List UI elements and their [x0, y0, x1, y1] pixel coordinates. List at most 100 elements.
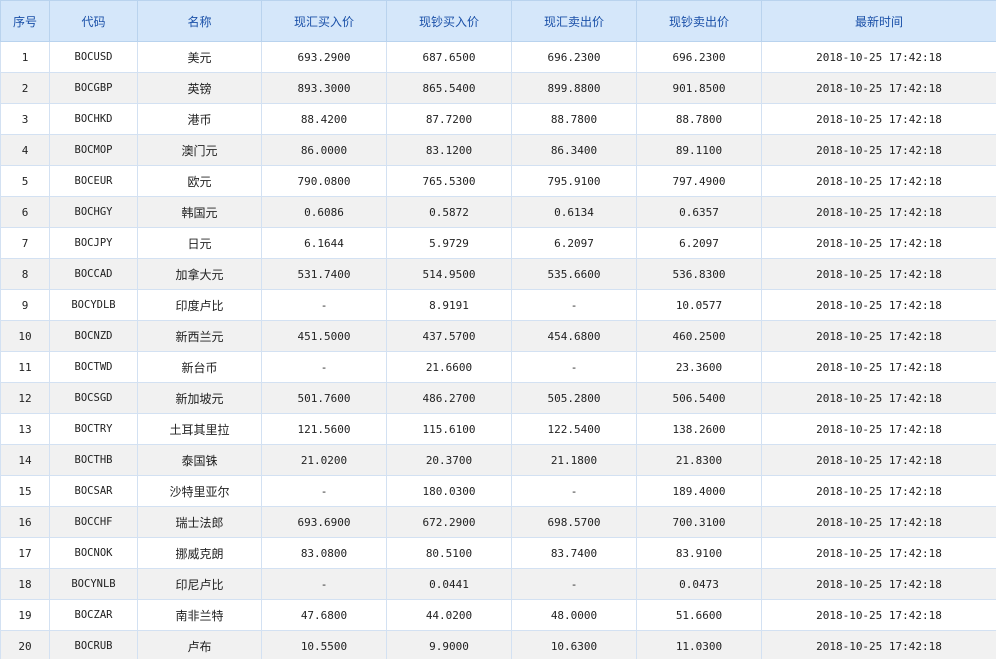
cell-code[interactable]: BOCZAR — [49, 599, 138, 631]
cell-currency-name[interactable]: 加拿大元 — [137, 258, 262, 290]
cell-seq: 7 — [0, 227, 50, 259]
cell-currency-name[interactable]: 港币 — [137, 103, 262, 135]
cell-cash-sell: 189.4000 — [636, 475, 762, 507]
cell-code[interactable]: BOCNOK — [49, 537, 138, 569]
cell-currency-name[interactable]: 沙特里亚尔 — [137, 475, 262, 507]
column-header-code[interactable]: 代码 — [49, 0, 138, 42]
cell-spot-buy: - — [261, 475, 387, 507]
cell-code[interactable]: BOCRUB — [49, 630, 138, 659]
cell-code[interactable]: BOCHGY — [49, 196, 138, 228]
cell-spot-buy: - — [261, 568, 387, 600]
cell-currency-name[interactable]: 土耳其里拉 — [137, 413, 262, 445]
cell-cash-sell: 901.8500 — [636, 72, 762, 104]
cell-code[interactable]: BOCYNLB — [49, 568, 138, 600]
cell-latest-time: 2018-10-25 17:42:18 — [761, 475, 996, 507]
column-header-latest-time[interactable]: 最新时间 — [761, 0, 996, 42]
cell-code[interactable]: BOCCHF — [49, 506, 138, 538]
cell-spot-buy: 21.0200 — [261, 444, 387, 476]
cell-spot-buy: 47.6800 — [261, 599, 387, 631]
cell-code[interactable]: BOCTWD — [49, 351, 138, 383]
cell-currency-name[interactable]: 美元 — [137, 41, 262, 73]
table-row[interactable]: 8 BOCCAD 加拿大元 531.7400 514.9500 535.6600 536.8… — [0, 258, 996, 290]
cell-cash-sell: 11.0300 — [636, 630, 762, 659]
table-row[interactable]: 10 BOCNZD 新西兰元 451.5000 437.5700 454.6800 460.… — [0, 320, 996, 352]
cell-code[interactable]: BOCNZD — [49, 320, 138, 352]
cell-currency-name[interactable]: 印尼卢比 — [137, 568, 262, 600]
table-row[interactable]: 2 BOCGBP 英镑 893.3000 865.5400 899.8800 901.850… — [0, 72, 996, 104]
table-row[interactable]: 5 BOCEUR 欧元 790.0800 765.5300 795.9100 797.490… — [0, 165, 996, 197]
cell-cash-buy: 44.0200 — [386, 599, 512, 631]
cell-code[interactable]: BOCUSD — [49, 41, 138, 73]
column-header-name[interactable]: 名称 — [137, 0, 262, 42]
table-row[interactable]: 12 BOCSGD 新加坡元 501.7600 486.2700 505.2800 506.… — [0, 382, 996, 414]
cell-latest-time: 2018-10-25 17:42:18 — [761, 72, 996, 104]
cell-currency-name[interactable]: 澳门元 — [137, 134, 262, 166]
table-row[interactable]: 17 BOCNOK 挪威克朗 83.0800 80.5100 83.7400 83.9100… — [0, 537, 996, 569]
cell-currency-name[interactable]: 新西兰元 — [137, 320, 262, 352]
cell-latest-time: 2018-10-25 17:42:18 — [761, 444, 996, 476]
table-row[interactable]: 9 BOCYDLB 印度卢比 -8.9191-10.0577 2018-10-25 17… — [0, 289, 996, 321]
cell-spot-buy: 10.5500 — [261, 630, 387, 659]
cell-cash-sell: 21.8300 — [636, 444, 762, 476]
cell-code[interactable]: BOCMOP — [49, 134, 138, 166]
cell-code[interactable]: BOCGBP — [49, 72, 138, 104]
table-row[interactable]: 7 BOCJPY 日元 6.1644 5.9729 6.2097 6.2097 2018-10… — [0, 227, 996, 259]
cell-spot-sell: 86.3400 — [511, 134, 637, 166]
cell-currency-name[interactable]: 欧元 — [137, 165, 262, 197]
cell-code[interactable]: BOCEUR — [49, 165, 138, 197]
cell-seq: 16 — [0, 506, 50, 538]
cell-code[interactable]: BOCTHB — [49, 444, 138, 476]
cell-currency-name[interactable]: 日元 — [137, 227, 262, 259]
table-row[interactable]: 11 BOCTWD 新台币 -21.6600-23.3600 2018-10-25 17… — [0, 351, 996, 383]
column-header-seq[interactable]: 序号 — [0, 0, 50, 42]
cell-currency-name[interactable]: 瑞士法郎 — [137, 506, 262, 538]
cell-currency-name[interactable]: 挪威克朗 — [137, 537, 262, 569]
table-row[interactable]: 1 BOCUSD 美元 693.2900 687.6500 696.2300 696.230… — [0, 41, 996, 73]
table-row[interactable]: 20 BOCRUB 卢布 10.5500 9.9000 10.6300 11.0300 201… — [0, 630, 996, 659]
table-row[interactable]: 4 BOCMOP 澳门元 86.0000 83.1200 86.3400 89.1100 20… — [0, 134, 996, 166]
cell-spot-buy: - — [261, 289, 387, 321]
cell-latest-time: 2018-10-25 17:42:18 — [761, 382, 996, 414]
cell-code[interactable]: BOCJPY — [49, 227, 138, 259]
cell-spot-sell: 535.6600 — [511, 258, 637, 290]
cell-cash-sell: 88.7800 — [636, 103, 762, 135]
cell-currency-name[interactable]: 新台币 — [137, 351, 262, 383]
table-row[interactable]: 14 BOCTHB 泰国铢 21.0200 20.3700 21.1800 21.8300 2… — [0, 444, 996, 476]
cell-seq: 6 — [0, 196, 50, 228]
table-row[interactable]: 16 BOCCHF 瑞士法郎 693.6900 672.2900 698.5700 700.… — [0, 506, 996, 538]
cell-cash-buy: 765.5300 — [386, 165, 512, 197]
cell-code[interactable]: BOCSGD — [49, 382, 138, 414]
table-row[interactable]: 13 BOCTRY 土耳其里拉 121.5600 115.6100 122.5400 138… — [0, 413, 996, 445]
cell-cash-sell: 460.2500 — [636, 320, 762, 352]
cell-code[interactable]: BOCTRY — [49, 413, 138, 445]
cell-code[interactable]: BOCHKD — [49, 103, 138, 135]
cell-code[interactable]: BOCCAD — [49, 258, 138, 290]
table-row[interactable]: 18 BOCYNLB 印尼卢比 -0.0441-0.0473 2018-10-25 17… — [0, 568, 996, 600]
cell-latest-time: 2018-10-25 17:42:18 — [761, 599, 996, 631]
cell-currency-name[interactable]: 英镑 — [137, 72, 262, 104]
cell-cash-buy: 0.5872 — [386, 196, 512, 228]
cell-spot-sell: 21.1800 — [511, 444, 637, 476]
column-header-spot-sell[interactable]: 现汇卖出价 — [511, 0, 637, 42]
cell-cash-buy: 87.7200 — [386, 103, 512, 135]
cell-spot-sell: 505.2800 — [511, 382, 637, 414]
cell-latest-time: 2018-10-25 17:42:18 — [761, 196, 996, 228]
table-row[interactable]: 3 BOCHKD 港币 88.4200 87.7200 88.7800 88.7800 201… — [0, 103, 996, 135]
table-row[interactable]: 6 BOCHGY 韩国元 0.6086 0.5872 0.6134 0.6357 2018-1… — [0, 196, 996, 228]
cell-code[interactable]: BOCSAR — [49, 475, 138, 507]
table-row[interactable]: 15 BOCSAR 沙特里亚尔 -180.0300-189.4000 2018-10-2… — [0, 475, 996, 507]
table-row[interactable]: 19 BOCZAR 南非兰特 47.6800 44.0200 48.0000 51.6600… — [0, 599, 996, 631]
cell-currency-name[interactable]: 泰国铢 — [137, 444, 262, 476]
column-header-cash-buy[interactable]: 现钞买入价 — [386, 0, 512, 42]
cell-currency-name[interactable]: 印度卢比 — [137, 289, 262, 321]
column-header-spot-buy[interactable]: 现汇买入价 — [261, 0, 387, 42]
cell-currency-name[interactable]: 韩国元 — [137, 196, 262, 228]
cell-code[interactable]: BOCYDLB — [49, 289, 138, 321]
cell-currency-name[interactable]: 新加坡元 — [137, 382, 262, 414]
cell-seq: 2 — [0, 72, 50, 104]
cell-currency-name[interactable]: 卢布 — [137, 630, 262, 659]
column-header-cash-sell[interactable]: 现钞卖出价 — [636, 0, 762, 42]
cell-currency-name[interactable]: 南非兰特 — [137, 599, 262, 631]
cell-cash-sell: 23.3600 — [636, 351, 762, 383]
cell-latest-time: 2018-10-25 17:42:18 — [761, 630, 996, 659]
